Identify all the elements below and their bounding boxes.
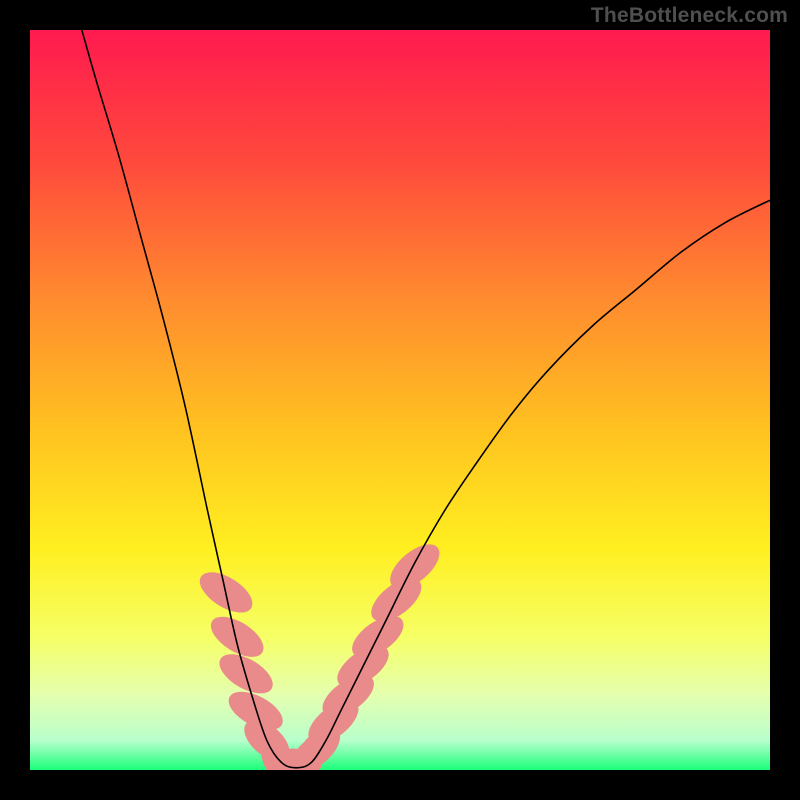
chart-canvas — [30, 30, 770, 770]
bottleneck-chart — [30, 30, 770, 770]
card-frame: TheBottleneck.com — [0, 0, 800, 800]
watermark-text: TheBottleneck.com — [591, 4, 788, 28]
chart-background — [30, 30, 770, 770]
